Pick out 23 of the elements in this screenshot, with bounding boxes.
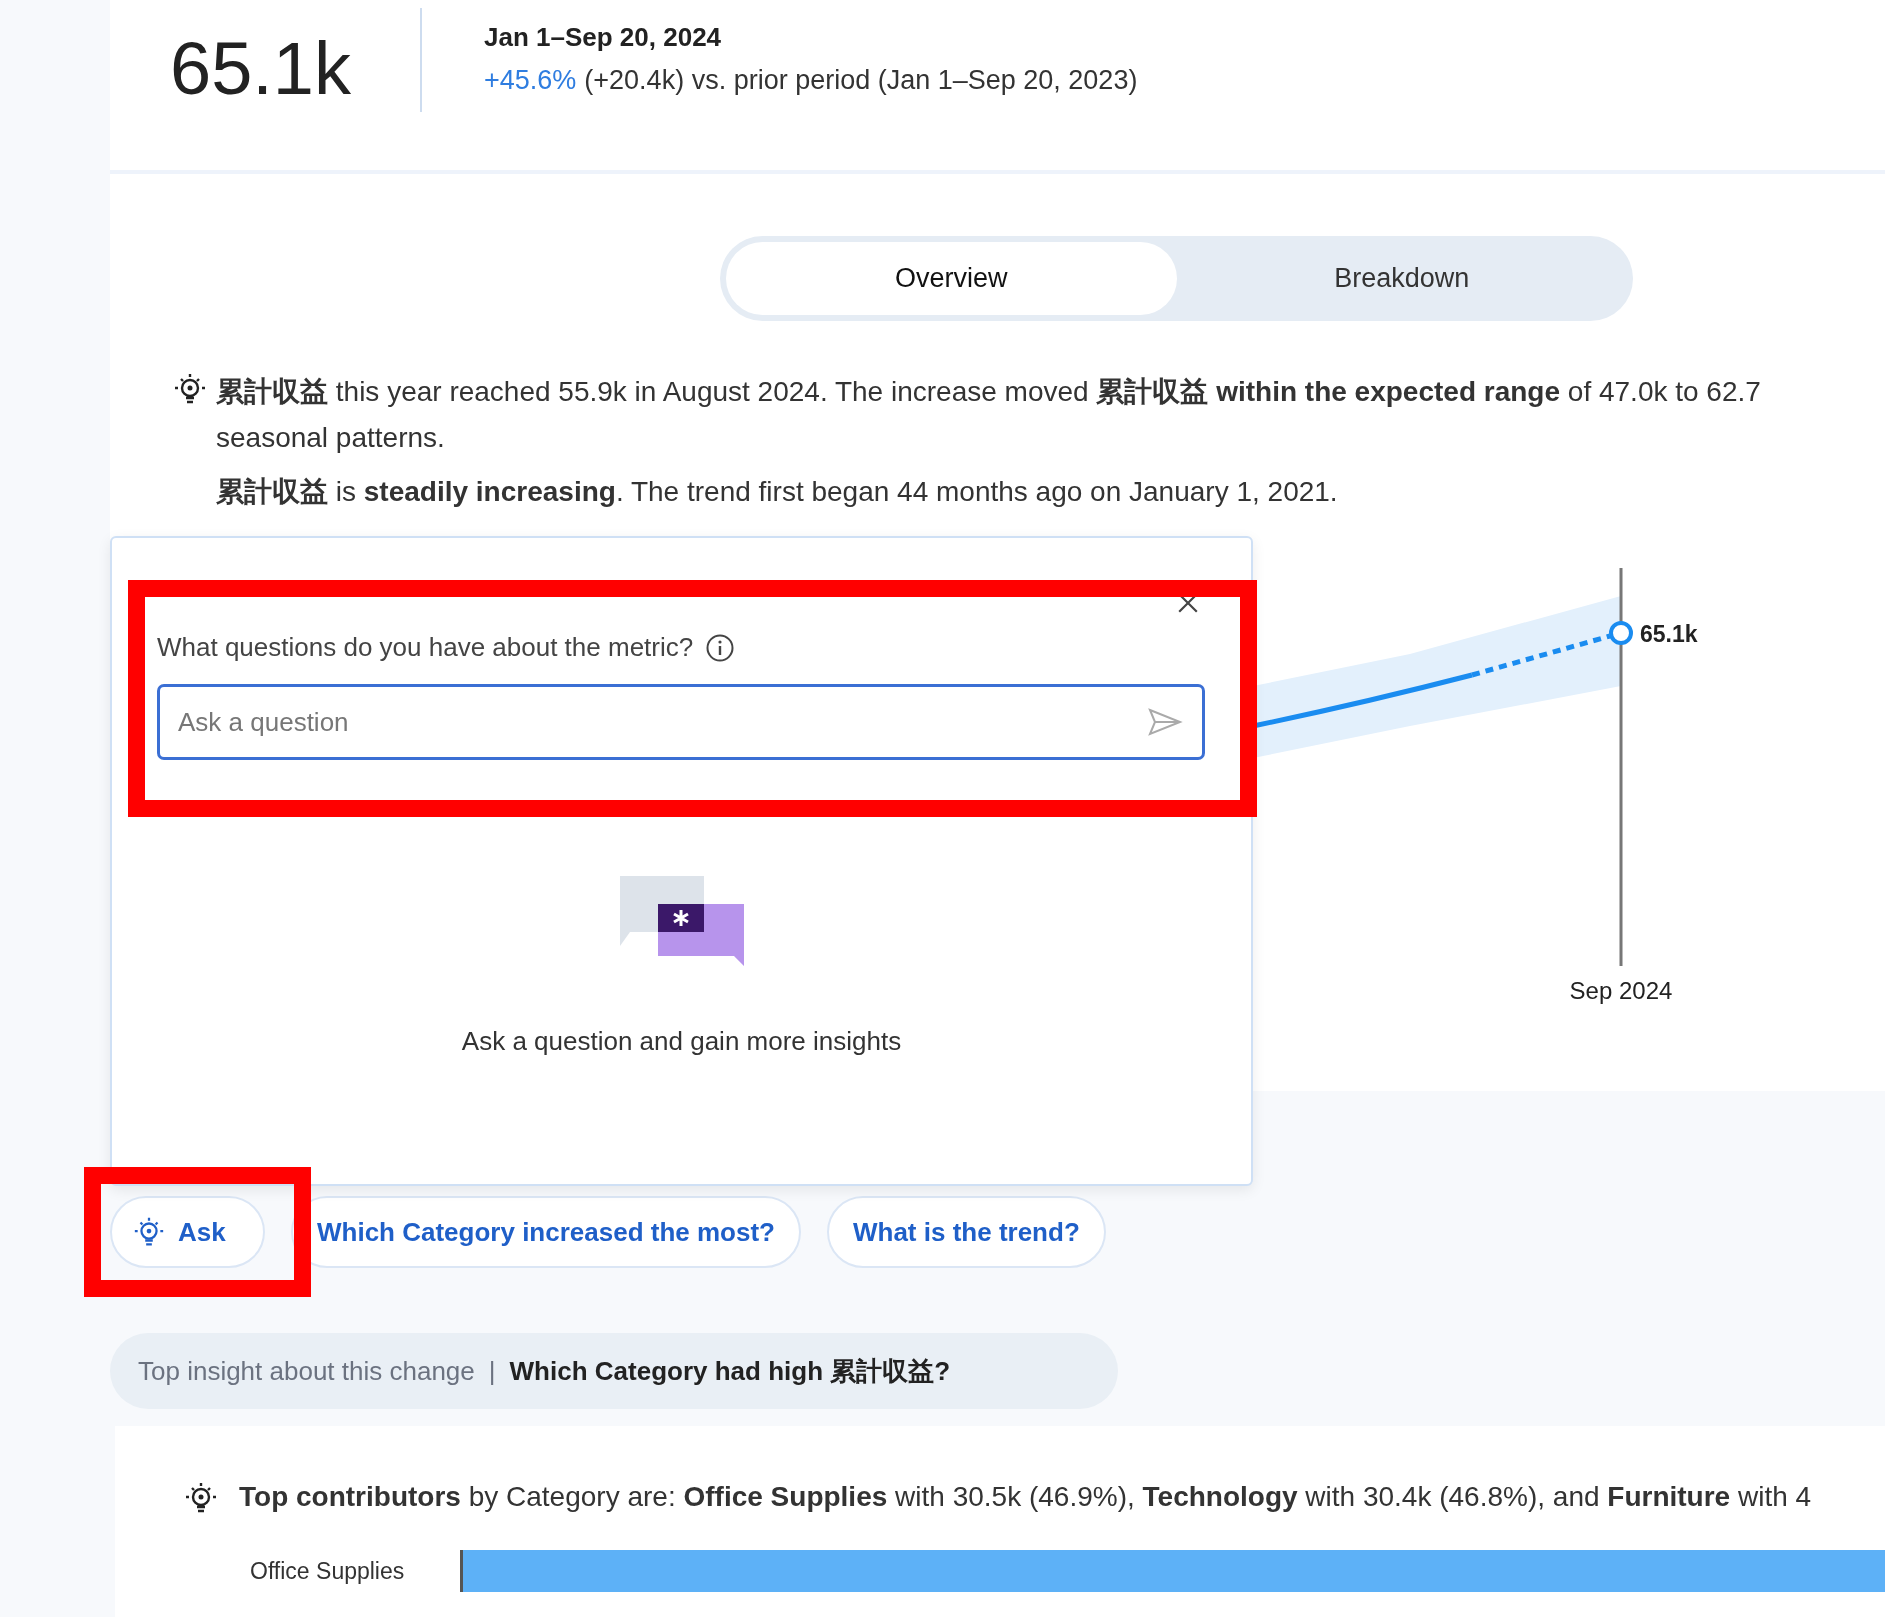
change-detail: (+20.4k) vs. prior period (Jan 1–Sep 20, 2023)	[584, 65, 1138, 95]
separator: |	[488, 1355, 496, 1387]
metric-value: 65.1k	[170, 26, 353, 111]
change-percent: +45.6%	[484, 65, 577, 95]
suggestion-chip[interactable]: What is the trend?	[827, 1196, 1106, 1268]
trend-text: 累計収益 is steadily increasing. The trend first began 44 months ago on January 1, 2021.	[216, 475, 1339, 509]
question-prompt: What questions do you have about the metric?	[157, 632, 694, 663]
view-tab[interactable]: Overview	[726, 242, 1177, 315]
axis-label: Sep 2024	[1569, 977, 1673, 1004]
info-icon[interactable]	[705, 632, 736, 663]
contributors-text: Top contributors by Category are: Office Supplies with 30.5k (46.9%), Technology with 30.4k (46.8%), and Furniture with 4	[239, 1480, 1812, 1514]
question-field[interactable]: Ask a question	[157, 684, 1205, 760]
data-point	[1609, 621, 1633, 645]
period-label: Jan 1–Sep 20, 2024	[484, 22, 723, 53]
view-tab[interactable]: Breakdown	[1176, 242, 1627, 315]
top-insight-question: Which Category had high 累計収益?	[509, 1354, 951, 1388]
suggestion-chip[interactable]: Which Category increased the most?	[291, 1196, 801, 1268]
bar-label: Office Supplies	[250, 1557, 406, 1585]
ask-button[interactable]: Ask	[110, 1196, 265, 1268]
point-label: 65.1k	[1640, 621, 1698, 647]
top-insight-label: Top insight about this change	[138, 1355, 475, 1387]
insight-text: 累計収益 this year reached 55.9k in August 2024. The increase moved 累計収益 within the expected range of 47.0k to 62.7 seasonal patterns.	[216, 375, 1761, 455]
empty-state-text: Ask a question and gain more insights	[460, 1026, 903, 1057]
